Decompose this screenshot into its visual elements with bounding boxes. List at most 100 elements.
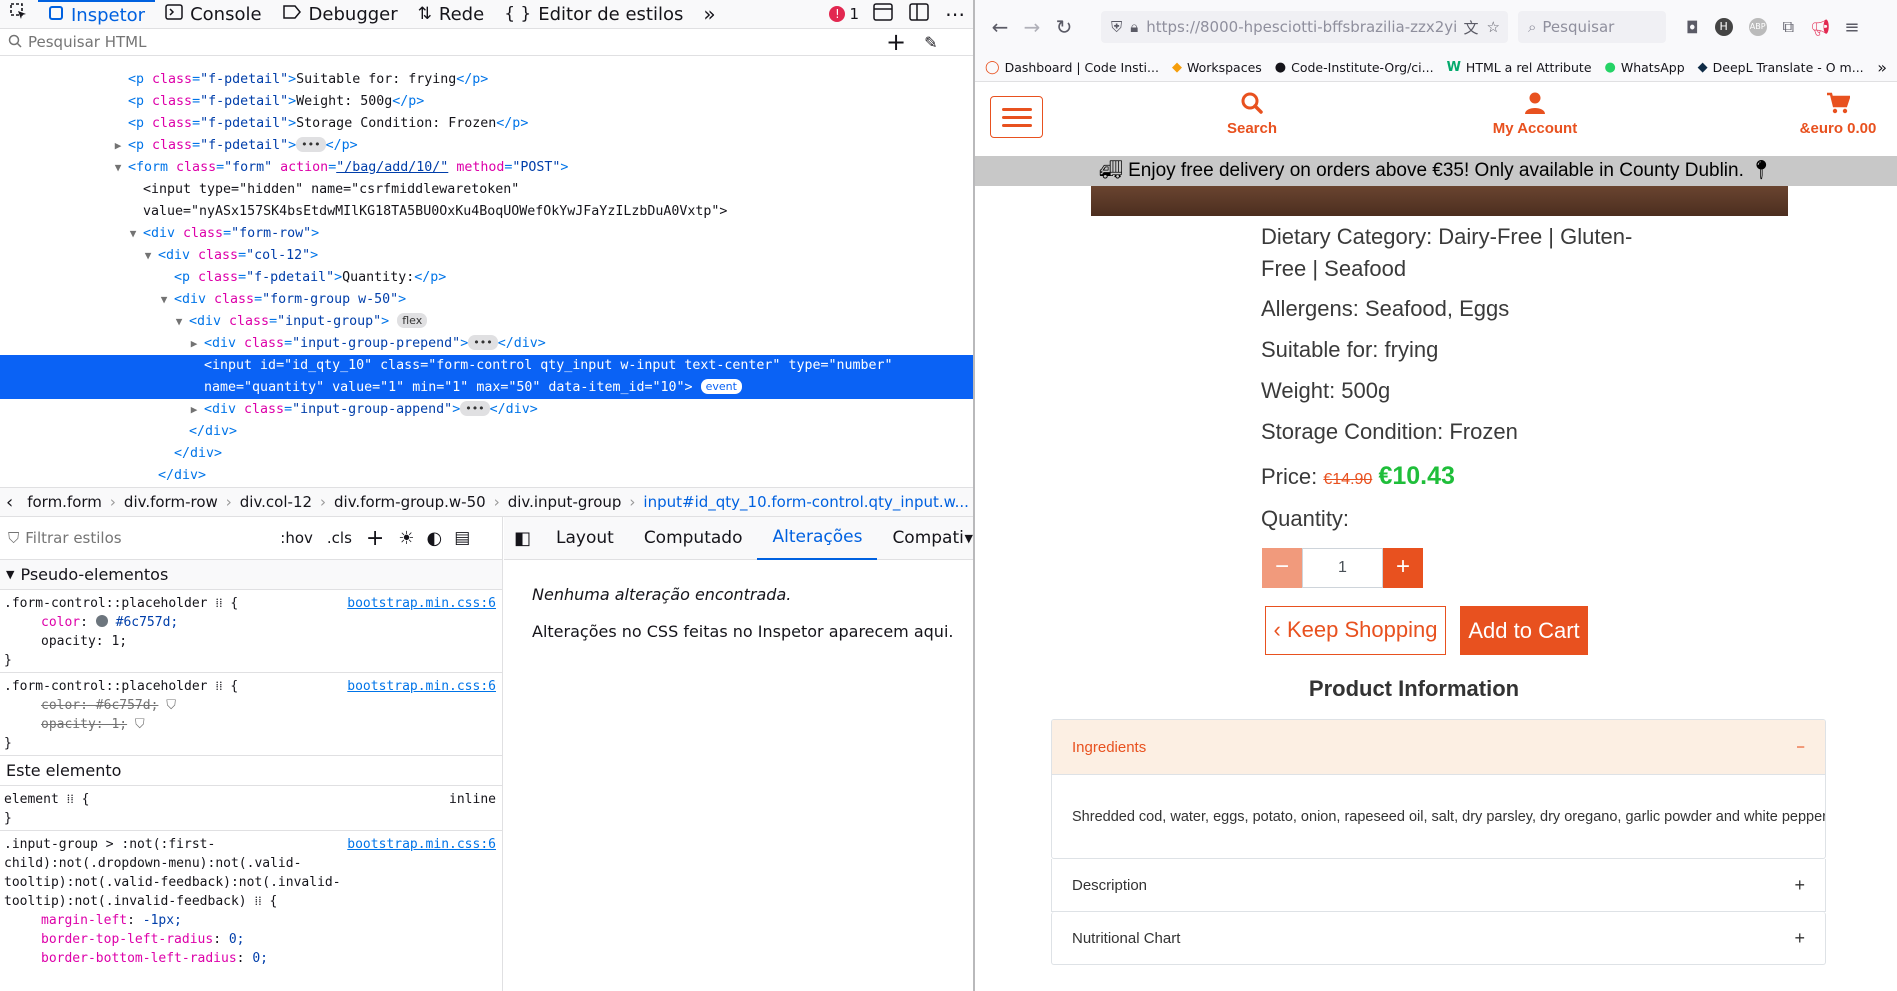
collapse-arrow-icon[interactable]: ▼: [173, 311, 185, 333]
bookmark-item[interactable]: ◯ Dashboard | Code Insti...: [985, 60, 1159, 75]
nutritional-chart-accordion[interactable]: Nutritional Chart +: [1051, 912, 1826, 965]
ingredients-header[interactable]: Ingredients −: [1052, 720, 1825, 775]
more-bookmarks-icon[interactable]: »: [1877, 58, 1887, 77]
devtools-menu-button[interactable]: ⋯: [937, 0, 973, 29]
declaration[interactable]: opacity: 1;: [41, 634, 127, 649]
rule-source-link[interactable]: bootstrap.min.css:6: [347, 677, 496, 696]
collapse-arrow-icon[interactable]: ▼: [112, 157, 124, 179]
markup-line[interactable]: ▼ <div class="input-group"> flex: [0, 311, 973, 333]
extensions-icon[interactable]: ⧉: [1783, 17, 1794, 37]
collapsed-badge[interactable]: •••: [460, 401, 490, 416]
markup-line[interactable]: <p class="f-pdetail">Storage Condition: …: [0, 113, 973, 135]
markup-line-selected[interactable]: <input id="id_qty_10" class="form-contro…: [0, 355, 973, 377]
tab-layout[interactable]: Layout: [541, 517, 629, 560]
markup-line[interactable]: ▶ <p class="f-pdetail"> ••• </p>: [0, 135, 973, 157]
forward-icon[interactable]: →: [1017, 15, 1047, 39]
overridden-declaration[interactable]: opacity: 1;: [41, 717, 127, 732]
megaphone-icon[interactable]: 📢︎: [1810, 18, 1830, 37]
lock-icon[interactable]: 🔒︎: [1130, 18, 1138, 36]
overridden-declaration[interactable]: color: #6c757d;: [41, 698, 158, 713]
color-swatch[interactable]: [95, 615, 108, 627]
declaration-value[interactable]: 0;: [229, 932, 245, 947]
extension-h-icon[interactable]: H: [1714, 18, 1733, 36]
decrement-button[interactable]: −: [1262, 548, 1302, 588]
rule-source-link[interactable]: bootstrap.min.css:6: [347, 835, 496, 854]
flex-badge[interactable]: flex: [397, 313, 428, 328]
tab-style-editor[interactable]: { } Editor de estilos: [494, 0, 693, 29]
collapse-arrow-icon[interactable]: ▼: [142, 245, 154, 267]
breadcrumb-item[interactable]: div.form-group.w-50: [326, 493, 494, 511]
increment-button[interactable]: +: [1383, 548, 1423, 588]
breadcrumb-item-current[interactable]: input#id_qty_10.form-control.qty_input.w…: [635, 493, 973, 511]
markup-line[interactable]: ▼ <form class="form" action="/bag/add/10/…: [0, 157, 973, 179]
bookmark-item[interactable]: ◆ Workspaces: [1172, 60, 1262, 75]
nav-search[interactable]: Search: [1217, 92, 1287, 137]
more-tabs-button[interactable]: »: [693, 0, 725, 29]
breadcrumb-item[interactable]: div.col-12: [232, 493, 320, 511]
styles-filter-input[interactable]: [25, 529, 281, 547]
markup-line[interactable]: ▼ <div class="form-group w-50">: [0, 289, 973, 311]
markup-line[interactable]: ▶ <div class="input-group-append"> ••• </di…: [0, 399, 973, 421]
expand-arrow-icon[interactable]: ▶: [188, 333, 200, 355]
keep-shopping-button[interactable]: ‹ Keep Shopping: [1265, 606, 1446, 655]
add-to-cart-button[interactable]: Add to Cart: [1460, 606, 1588, 655]
bookmark-star-icon[interactable]: ☆: [1487, 18, 1500, 36]
eyedropper-icon[interactable]: ✎: [924, 33, 937, 52]
bookmark-item[interactable]: ◆ DeepL Translate - O m...: [1698, 60, 1864, 75]
markup-line[interactable]: ▼ <div class="form-row">: [0, 223, 973, 245]
dock-button[interactable]: [901, 0, 937, 29]
error-badge[interactable]: ! 1: [823, 0, 865, 29]
tab-computed[interactable]: Computado: [629, 517, 758, 560]
markup-line[interactable]: value="nyASx157SK4bsEtdwMIlKG18TA5BU0OxK…: [0, 201, 973, 223]
filter-icon[interactable]: ⛉: [166, 698, 176, 713]
nav-my-account[interactable]: My Account: [1480, 92, 1590, 137]
add-rule-icon[interactable]: +: [366, 526, 384, 551]
tab-changes[interactable]: Alterações: [757, 517, 878, 560]
tab-debugger[interactable]: Debugger: [272, 0, 408, 29]
pseudo-elements-header[interactable]: ▼ Pseudo-elementos: [0, 560, 502, 590]
declaration-name[interactable]: border-bottom-left-radius: [41, 951, 237, 966]
reload-icon[interactable]: ↻: [1049, 15, 1079, 39]
collapsed-badge[interactable]: •••: [296, 137, 326, 152]
quantity-input[interactable]: 1: [1302, 548, 1383, 588]
markup-line[interactable]: ▼ <div class="col-12">: [0, 245, 973, 267]
declaration-name[interactable]: color: [41, 615, 80, 630]
expand-arrow-icon[interactable]: ▶: [188, 399, 200, 421]
add-node-icon[interactable]: +: [886, 28, 906, 56]
dark-mode-icon[interactable]: ◐: [426, 528, 442, 549]
element-picker-button[interactable]: [0, 0, 38, 29]
cls-toggle[interactable]: .cls: [327, 529, 352, 547]
event-badge[interactable]: event: [700, 379, 742, 394]
bookmark-item[interactable]: W HTML a rel Attribute: [1447, 60, 1592, 75]
toggle-sidebar-icon[interactable]: ◧: [504, 528, 541, 549]
declaration-name[interactable]: border-top-left-radius: [41, 932, 213, 947]
filter-icon[interactable]: ⛉: [135, 717, 145, 732]
expand-arrow-icon[interactable]: ▶: [112, 135, 124, 157]
markup-line[interactable]: </div>: [0, 465, 973, 487]
markup-line[interactable]: <p class="f-pdetail">Suitable for: fryin…: [0, 69, 973, 91]
description-accordion[interactable]: Description +: [1051, 859, 1826, 912]
bookmark-item[interactable]: ● Code-Institute-Org/ci...: [1275, 60, 1434, 75]
declaration-value[interactable]: #6c757d;: [116, 615, 179, 630]
breadcrumb-item[interactable]: div.input-group: [500, 493, 630, 511]
declaration-value[interactable]: 0;: [252, 951, 268, 966]
markup-line[interactable]: <p class="f-pdetail">Weight: 500g</p>: [0, 91, 973, 113]
browser-search-box[interactable]: ⌕ Pesquisar: [1518, 11, 1666, 43]
menu-icon[interactable]: ≡: [1844, 17, 1859, 38]
url-bar[interactable]: ⛨ 🔒︎ https://8000-hpesciotti-bffsbrazili…: [1101, 11, 1508, 43]
declaration-value[interactable]: -1px;: [143, 913, 182, 928]
split-console-button[interactable]: [865, 0, 901, 29]
collapse-arrow-icon[interactable]: ▼: [158, 289, 170, 311]
pocket-icon[interactable]: ◘: [1686, 18, 1699, 37]
breadcrumb-item[interactable]: div.form-row: [116, 493, 226, 511]
chevron-down-icon[interactable]: ▼: [965, 532, 973, 545]
light-mode-icon[interactable]: ☀: [398, 528, 414, 549]
translate-icon[interactable]: 文: [1464, 17, 1479, 38]
tab-console[interactable]: Console: [155, 0, 271, 29]
tab-network[interactable]: ⇅ Rede: [408, 0, 495, 29]
markup-line[interactable]: </div>: [0, 421, 973, 443]
rule-source-link[interactable]: bootstrap.min.css:6: [347, 594, 496, 613]
collapsed-badge[interactable]: •••: [468, 335, 498, 350]
markup-line[interactable]: </div>: [0, 443, 973, 465]
nav-bag[interactable]: &euro 0.00: [1793, 92, 1883, 137]
